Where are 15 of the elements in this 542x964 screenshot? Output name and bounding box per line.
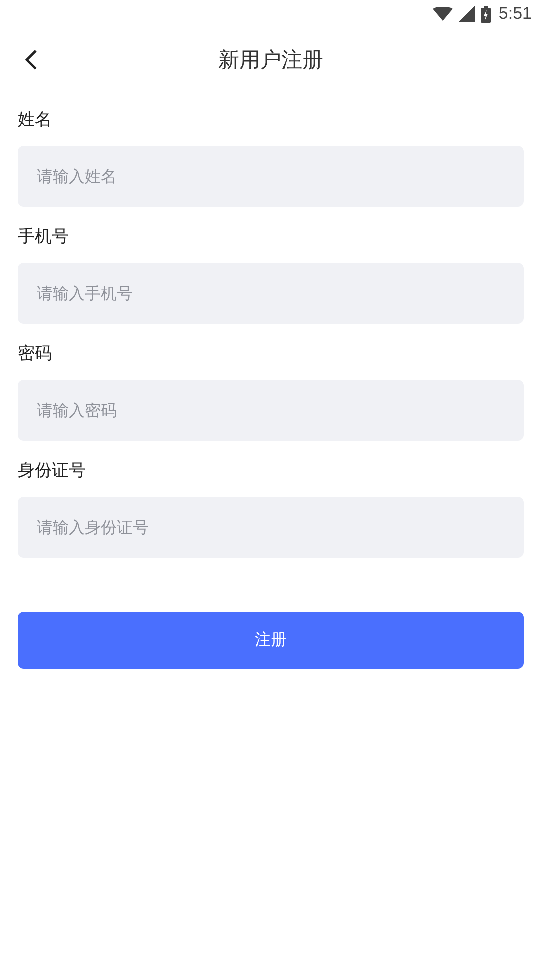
signal-icon	[458, 6, 475, 22]
field-label: 密码	[18, 343, 52, 366]
field-label: 身份证号	[18, 460, 86, 483]
status-time: 5:51	[498, 4, 532, 24]
battery-icon	[480, 6, 491, 22]
input-field[interactable]: 请输入密码	[18, 380, 524, 441]
input-field[interactable]: 请输入姓名	[18, 146, 524, 207]
back-icon[interactable]	[24, 49, 38, 71]
field-label: 姓名	[18, 109, 52, 132]
field-label: 手机号	[18, 226, 69, 249]
wifi-icon	[432, 7, 453, 21]
input-field[interactable]: 请输入身份证号	[18, 497, 524, 558]
page-title: 新用户注册	[218, 47, 324, 74]
input-field[interactable]: 请输入手机号	[18, 263, 524, 324]
register-button[interactable]: 注册	[18, 612, 524, 669]
